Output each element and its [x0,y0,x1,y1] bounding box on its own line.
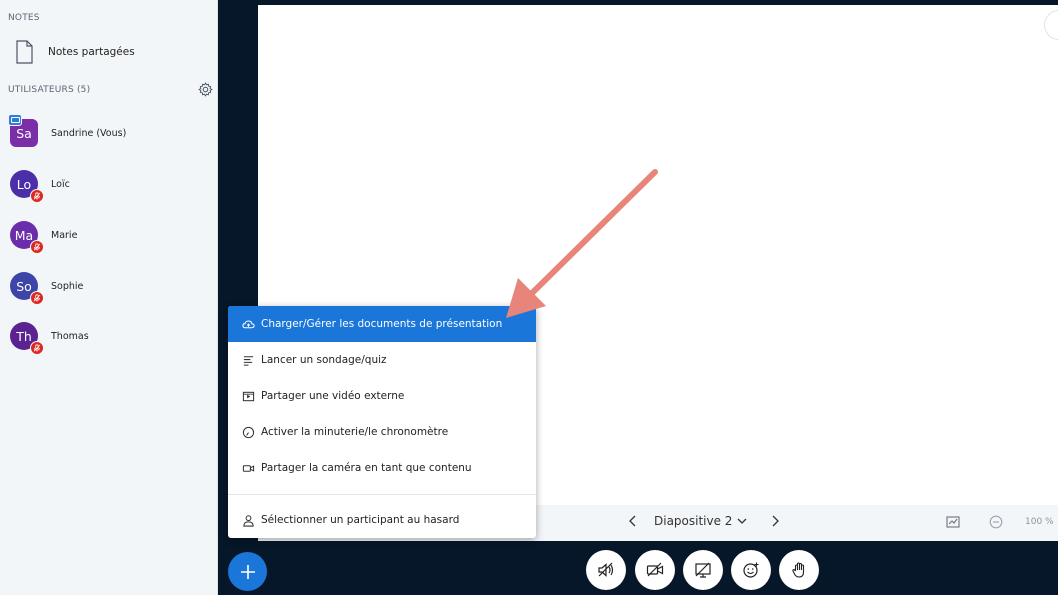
raise-hand-button[interactable] [779,550,819,590]
speaker-muted-icon [598,562,614,577]
zoom-out-icon[interactable] [989,515,1003,529]
user-list-item[interactable]: Th Thomas [10,320,89,355]
hand-icon [792,562,805,578]
menu-item-select-random-participant[interactable]: Sélectionner un participant au hasard [228,502,536,538]
audio-button[interactable] [586,550,626,590]
user-name: Sophie [51,280,84,292]
screen-share-off-icon [695,562,711,578]
external-video-icon [242,391,255,401]
avatar-initials: Sa [16,125,32,141]
chevron-left-icon[interactable] [626,514,640,528]
camera-off-icon [646,562,664,577]
camera-button[interactable] [635,550,675,590]
menu-item-label: Partager la caméra en tant que contenu [261,462,472,474]
microphone-muted-icon [30,291,44,305]
user-name: Sandrine (Vous) [51,127,127,139]
user-list-item[interactable]: Lo Loïc [10,168,70,203]
reactions-button[interactable] [731,550,771,590]
poll-list-icon [243,355,254,366]
microphone-muted-icon [30,341,44,355]
menu-item-activate-timer[interactable]: Activer la minuterie/le chronomètre [228,414,536,450]
user-list-item[interactable]: So Sophie [10,270,84,305]
document-icon [16,40,33,64]
annotation-arrow-icon [506,169,658,318]
avatar: Th [10,322,44,355]
avatar: Ma [10,221,44,254]
user-list-item[interactable]: Sa Sandrine (Vous) [8,114,127,149]
menu-item-start-poll[interactable]: Lancer un sondage/quiz [228,342,536,378]
chevron-down-icon[interactable] [736,515,748,527]
camera-content-icon [242,464,255,472]
actions-plus-button[interactable] [228,552,267,591]
microphone-muted-icon [30,240,44,254]
actions-menu: Charger/Gérer les documents de présentat… [228,306,536,538]
avatar-initials: Ma [14,227,34,243]
shared-notes-label: Notes partagées [48,46,135,58]
menu-item-label: Partager une vidéo externe [261,390,405,402]
user-list-sidebar: NOTES Notes partagées UTILISATEURS (5) S… [0,0,218,595]
avatar-initials: Th [16,328,32,344]
gear-icon[interactable] [198,82,213,97]
chevron-right-icon[interactable] [768,514,782,528]
timer-icon [242,426,255,438]
slide-selector[interactable]: Diapositive 2 [654,514,732,528]
microphone-muted-icon [30,189,44,203]
notes-section-header: NOTES [8,13,40,23]
avatar: Sa [8,114,38,147]
presenter-badge-icon [8,114,22,126]
menu-item-label: Charger/Gérer les documents de présentat… [261,318,503,330]
user-name: Loïc [51,178,70,190]
slide-navigation: Diapositive 2 [626,514,782,528]
user-list-item[interactable]: Ma Marie [10,219,78,254]
menu-divider [228,494,536,495]
menu-item-label: Lancer un sondage/quiz [261,354,387,366]
emoji-add-icon [743,562,759,578]
user-name: Marie [51,229,78,241]
menu-item-label: Sélectionner un participant au hasard [261,514,460,526]
avatar-initials: So [16,278,32,294]
cloud-upload-icon [242,319,255,328]
menu-item-share-external-video[interactable]: Partager une vidéo externe [228,378,536,414]
menu-item-share-camera-as-content[interactable]: Partager la caméra en tant que contenu [228,450,536,486]
avatar: So [10,272,44,305]
screen-share-button[interactable] [683,550,723,590]
plus-icon [240,564,255,579]
zoom-level: 100 % [1025,517,1054,527]
users-section-header: UTILISATEURS (5) [8,85,91,95]
shared-notes-item[interactable]: Notes partagées [14,40,135,64]
chart-icon[interactable] [946,515,960,529]
avatar-initials: Lo [16,176,32,192]
avatar: Lo [10,170,44,203]
user-name: Thomas [51,330,89,342]
user-icon [243,514,254,527]
menu-item-label: Activer la minuterie/le chronomètre [261,426,449,438]
